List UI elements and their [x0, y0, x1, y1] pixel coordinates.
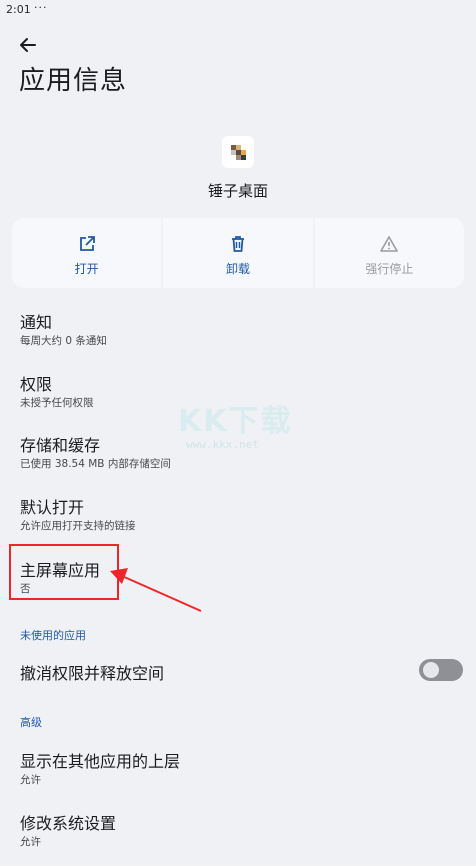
storage-title: 存储和缓存 — [20, 436, 101, 455]
app-name: 锤子桌面 — [207, 182, 268, 200]
revoke-permissions-item[interactable]: 撤消权限并释放空间 — [0, 660, 476, 716]
notifications-subtitle: 每周大约 0 条通知 — [20, 335, 107, 347]
toggle-knob — [423, 662, 439, 678]
permissions-title: 权限 — [20, 375, 53, 394]
display-over-apps-subtitle: 允许 — [20, 774, 41, 786]
unused-apps-header: 未使用的应用 — [20, 629, 86, 642]
watermark: KK下载 www.kkx.net — [178, 396, 308, 458]
warning-icon — [380, 236, 399, 252]
default-open-subtitle: 允许应用打开支持的链接 — [20, 520, 136, 532]
page-title: 应用信息 — [19, 66, 128, 96]
watermark-brand: KK下载 — [178, 404, 293, 439]
status-more-icon: ··· — [34, 1, 48, 14]
storage-subtitle: 已使用 38.54 MB 内部存储空间 — [20, 458, 171, 470]
uninstall-button[interactable]: 卸载 — [163, 218, 313, 288]
revoke-permissions-toggle[interactable] — [419, 659, 463, 681]
permissions-subtitle: 未授予任何权限 — [20, 397, 94, 409]
modify-settings-title: 修改系统设置 — [20, 814, 117, 833]
back-button[interactable] — [16, 34, 40, 56]
status-bar: 2:01 ··· — [0, 0, 476, 22]
default-open-item[interactable]: 默认打开 允许应用打开支持的链接 — [0, 494, 476, 550]
open-in-new-icon — [79, 236, 95, 251]
default-open-title: 默认打开 — [20, 498, 85, 517]
open-button-label: 打开 — [74, 262, 99, 276]
revoke-permissions-title: 撤消权限并释放空间 — [20, 664, 165, 683]
status-time: 2:01 — [6, 3, 31, 16]
modify-settings-item[interactable]: 修改系统设置 允许 — [0, 810, 476, 866]
advanced-header: 高级 — [20, 716, 42, 729]
arrow-left-icon — [20, 38, 36, 52]
trash-icon — [231, 236, 244, 252]
modify-settings-subtitle: 允许 — [20, 836, 41, 848]
uninstall-button-label: 卸载 — [225, 262, 250, 276]
highlight-box — [9, 544, 119, 600]
notifications-title: 通知 — [20, 313, 53, 332]
watermark-url: www.kkx.net — [186, 438, 259, 451]
open-button[interactable]: 打开 — [12, 218, 162, 288]
display-over-apps-item[interactable]: 显示在其他应用的上层 允许 — [0, 748, 476, 804]
force-stop-button-label: 强行停止 — [365, 262, 414, 276]
action-bar: 打开 卸载 强行停止 — [12, 218, 464, 288]
notifications-item[interactable]: 通知 每周大约 0 条通知 — [0, 309, 476, 365]
display-over-apps-title: 显示在其他应用的上层 — [20, 752, 181, 771]
app-icon — [222, 136, 254, 168]
force-stop-button: 强行停止 — [314, 218, 464, 288]
